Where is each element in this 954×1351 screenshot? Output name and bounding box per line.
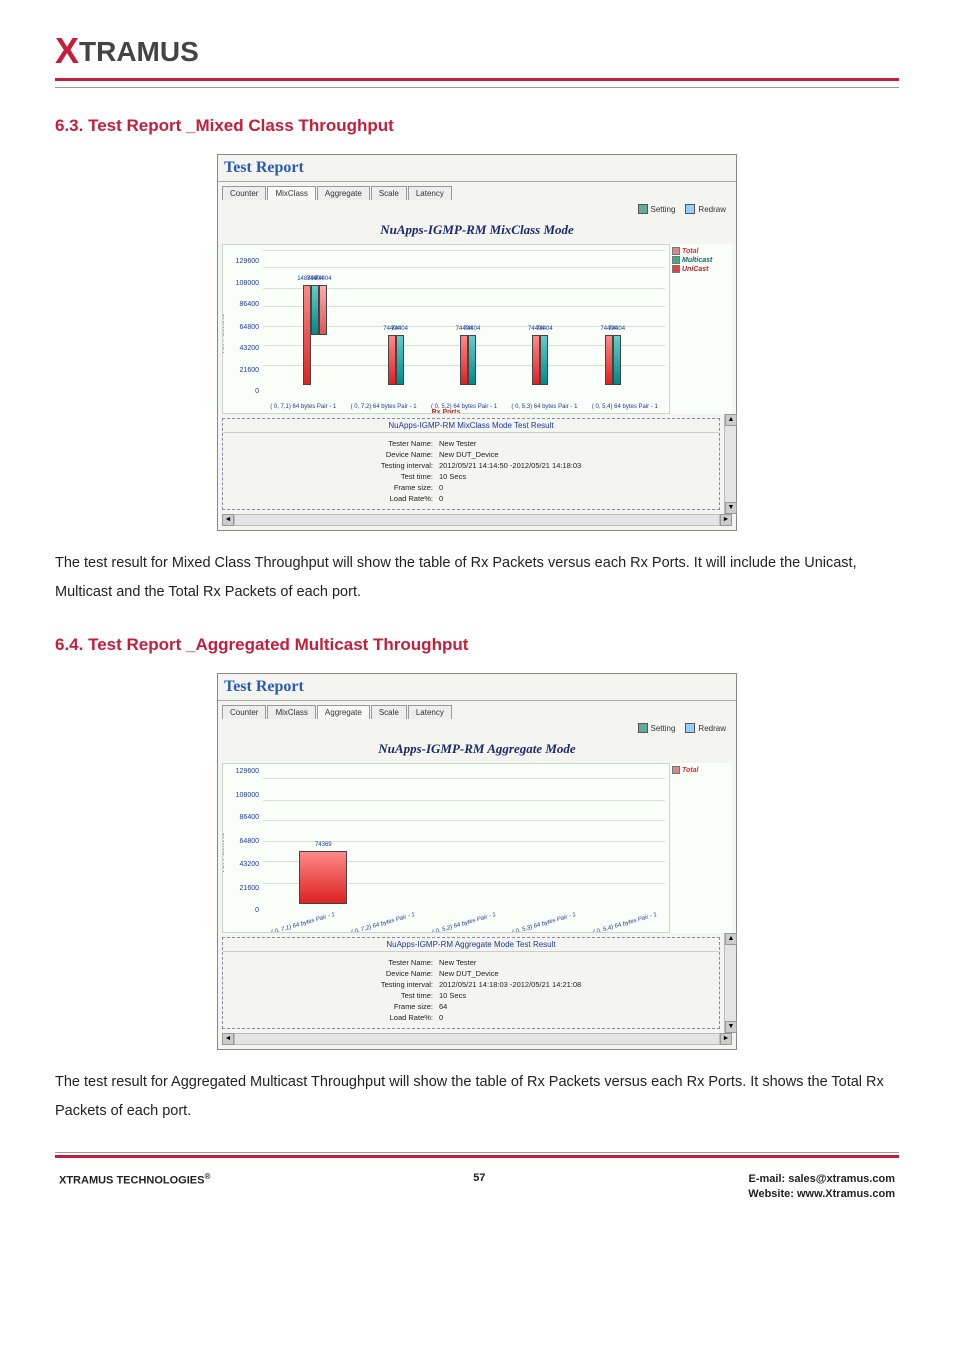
body-6-4: The test result for Aggregated Multicast… bbox=[55, 1068, 899, 1126]
report-title: Test Report bbox=[218, 155, 736, 182]
plot-zone-1: 148809 74404 74404 74404 74404 74404 744… bbox=[263, 251, 665, 385]
chart-area-1: Rx Packets 0 21600 43200 64800 86400 108… bbox=[222, 244, 670, 414]
setting-icon bbox=[638, 204, 648, 214]
chart-title-1: NuApps-IGMP-RM MixClass Mode bbox=[218, 218, 736, 242]
header-rule-red bbox=[55, 78, 899, 81]
tab-aggregate[interactable]: Aggregate bbox=[317, 186, 370, 200]
footer-right: E-mail: sales@xtramus.com Website: www.X… bbox=[748, 1172, 895, 1203]
result-panel-2: NuApps-IGMP-RM Aggregate Mode Test Resul… bbox=[222, 937, 720, 1029]
scroll-down-icon[interactable]: ▼ bbox=[725, 502, 737, 514]
hscroll-2[interactable]: ◄ ► bbox=[222, 1033, 732, 1045]
y-axis-2: 0 21600 43200 64800 86400 108000 129600 bbox=[225, 764, 259, 914]
chart-toolbar: Setting Redraw bbox=[218, 200, 736, 218]
legend-1: Total Multicast UniCast bbox=[670, 244, 732, 414]
tab-aggregate-2[interactable]: Aggregate bbox=[317, 705, 370, 719]
logo: XTRAMUS bbox=[55, 30, 899, 78]
tab-row: Counter MixClass Aggregate Scale Latency bbox=[218, 182, 736, 200]
vscroll-1[interactable]: ▲ ▼ bbox=[724, 414, 736, 514]
chart-title-2: NuApps-IGMP-RM Aggregate Mode bbox=[218, 737, 736, 761]
scroll-right-icon[interactable]: ► bbox=[720, 1033, 732, 1045]
redraw-icon bbox=[685, 204, 695, 214]
report-title-2: Test Report bbox=[218, 674, 736, 701]
scroll-left-icon[interactable]: ◄ bbox=[222, 514, 234, 526]
x-title-1: Rx Ports bbox=[223, 409, 669, 414]
heading-6-3: 6.3. Test Report _Mixed Class Throughput bbox=[55, 116, 899, 136]
tab-latency-2[interactable]: Latency bbox=[408, 705, 452, 719]
redraw-button[interactable]: Redraw bbox=[685, 204, 726, 214]
tab-mixclass[interactable]: MixClass bbox=[267, 186, 315, 200]
chart-toolbar-2: Setting Redraw bbox=[218, 719, 736, 737]
tab-counter[interactable]: Counter bbox=[222, 186, 266, 200]
tab-counter-2[interactable]: Counter bbox=[222, 705, 266, 719]
legend-swatch-unicast bbox=[672, 265, 680, 273]
report-panel-aggregate: Test Report Counter MixClass Aggregate S… bbox=[217, 673, 737, 1050]
result-header-2: NuApps-IGMP-RM Aggregate Mode Test Resul… bbox=[223, 938, 719, 952]
tab-row-2: Counter MixClass Aggregate Scale Latency bbox=[218, 701, 736, 719]
y-axis-1: 0 21600 43200 64800 86400 108000 129600 bbox=[225, 245, 259, 395]
heading-6-4: 6.4. Test Report _Aggregated Multicast T… bbox=[55, 635, 899, 655]
setting-button[interactable]: Setting bbox=[638, 204, 676, 214]
hscroll-1[interactable]: ◄ ► bbox=[222, 514, 732, 526]
page-footer: XTRAMUS TECHNOLOGIES® 57 E-mail: sales@x… bbox=[55, 1164, 899, 1203]
tab-latency[interactable]: Latency bbox=[408, 186, 452, 200]
scroll-up-icon[interactable]: ▲ bbox=[725, 933, 737, 945]
scroll-up-icon[interactable]: ▲ bbox=[725, 414, 737, 426]
header-rule-thin bbox=[55, 87, 899, 88]
setting-button-2[interactable]: Setting bbox=[638, 723, 676, 733]
logo-rest: TRAMUS bbox=[79, 36, 199, 67]
report-panel-mixclass: Test Report Counter MixClass Aggregate S… bbox=[217, 154, 737, 531]
chart-area-2: Rx Packets 0 21600 43200 64800 86400 108… bbox=[222, 763, 670, 933]
plot-zone-2: 74369 bbox=[263, 770, 665, 904]
scroll-left-icon[interactable]: ◄ bbox=[222, 1033, 234, 1045]
page-number: 57 bbox=[473, 1172, 485, 1184]
footer-rule-thin bbox=[55, 1152, 899, 1153]
x-labels-2: ( 0, 7,1) 64 bytes Pair - 1 ( 0, 7,2) 64… bbox=[263, 921, 665, 928]
legend-swatch-total bbox=[672, 766, 680, 774]
legend-swatch-total bbox=[672, 247, 680, 255]
chart-wrap-1: Rx Packets 0 21600 43200 64800 86400 108… bbox=[218, 242, 736, 414]
tab-mixclass-2[interactable]: MixClass bbox=[267, 705, 315, 719]
body-6-3: The test result for Mixed Class Throughp… bbox=[55, 549, 899, 607]
redraw-icon bbox=[685, 723, 695, 733]
logo-x: X bbox=[55, 30, 79, 71]
redraw-button-2[interactable]: Redraw bbox=[685, 723, 726, 733]
tab-scale-2[interactable]: Scale bbox=[371, 705, 407, 719]
scroll-down-icon[interactable]: ▼ bbox=[725, 1021, 737, 1033]
footer-left: XTRAMUS TECHNOLOGIES® bbox=[59, 1172, 210, 1187]
result-panel-1: NuApps-IGMP-RM MixClass Mode Test Result… bbox=[222, 418, 720, 510]
legend-swatch-multicast bbox=[672, 256, 680, 264]
chart-wrap-2: Rx Packets 0 21600 43200 64800 86400 108… bbox=[218, 761, 736, 933]
legend-2: Total bbox=[670, 763, 732, 933]
tab-scale[interactable]: Scale bbox=[371, 186, 407, 200]
scroll-right-icon[interactable]: ► bbox=[720, 514, 732, 526]
result-header-1: NuApps-IGMP-RM MixClass Mode Test Result bbox=[223, 419, 719, 433]
setting-icon bbox=[638, 723, 648, 733]
footer-rule-red bbox=[55, 1155, 899, 1158]
vscroll-2[interactable]: ▲ ▼ bbox=[724, 933, 736, 1033]
